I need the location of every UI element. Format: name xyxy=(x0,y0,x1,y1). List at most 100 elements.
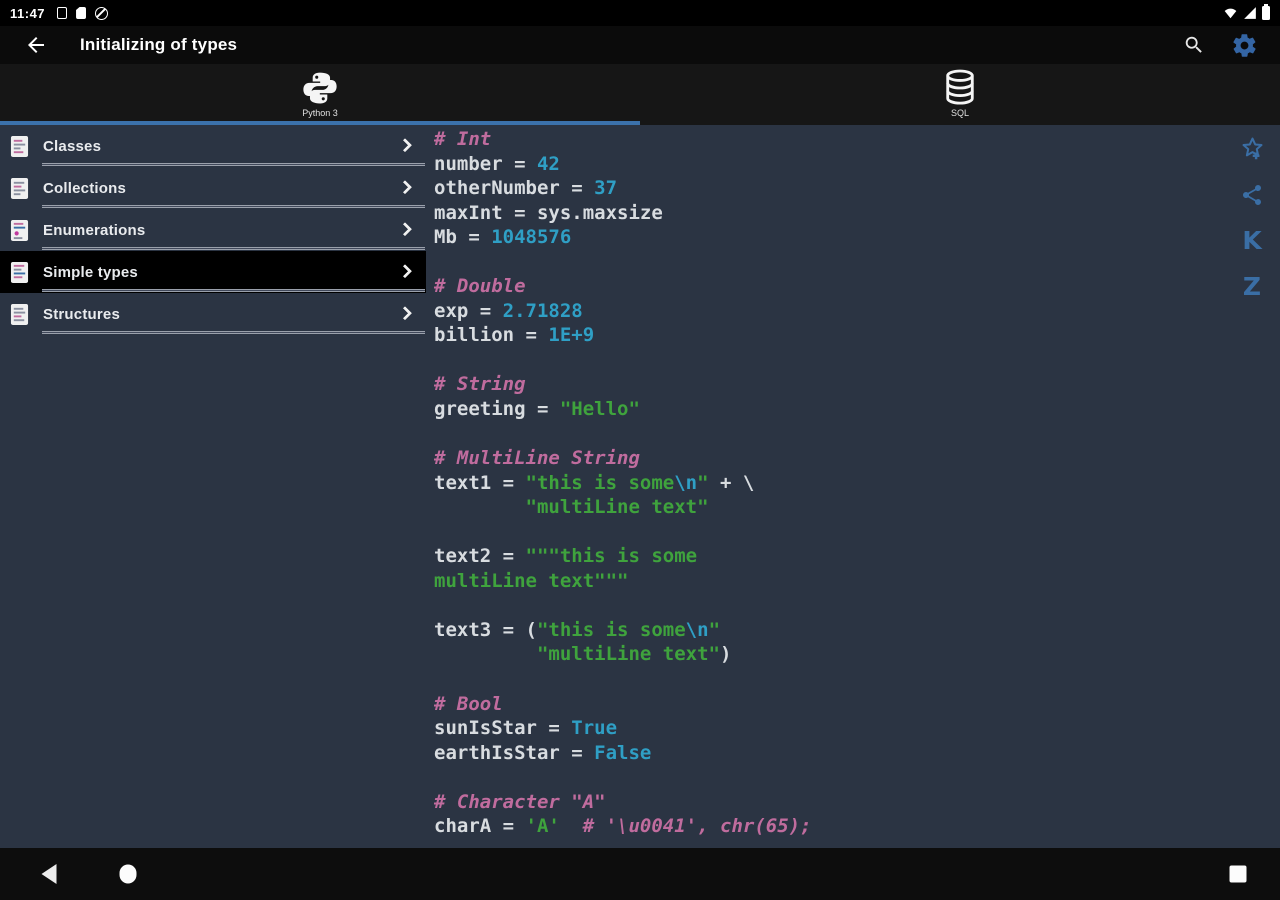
code-line: earthIsStar = False xyxy=(434,741,1226,766)
code-token: "this is some xyxy=(525,471,675,494)
cell-signal-icon xyxy=(1244,7,1256,19)
code-token: # Character "A" xyxy=(434,790,606,813)
code-token: text1 = xyxy=(434,471,526,494)
sidebar-item-classes[interactable]: Classes xyxy=(0,125,426,167)
code-panel[interactable]: # Int number = 42 otherNumber = 37 maxInt =… xyxy=(434,125,1226,848)
chevron-right-icon xyxy=(397,180,413,195)
chevron-right-icon xyxy=(397,222,413,237)
sidebar-item-structures[interactable]: Structures xyxy=(0,293,426,335)
letter-k-icon[interactable]: K xyxy=(1239,227,1266,254)
code-token: False xyxy=(594,741,652,764)
code-token: 1E+9 xyxy=(548,324,595,347)
code-token: "this is some xyxy=(536,618,686,641)
code-token: # '\u0041', chr(65); xyxy=(582,815,812,838)
code-token: 1048576 xyxy=(491,226,572,249)
code-token: number = xyxy=(434,152,537,175)
letter-z-icon[interactable]: Z xyxy=(1239,273,1266,300)
code-line: sunIsStar = True xyxy=(434,716,1226,741)
sidebar-item-collections[interactable]: Collections xyxy=(0,167,426,209)
code-token: billion = xyxy=(434,324,549,347)
code-line: number = 42 xyxy=(434,152,1226,177)
app-bar: Initializing of types xyxy=(0,26,1280,64)
android-nav-bar xyxy=(0,848,1280,900)
nav-back-icon[interactable] xyxy=(41,864,57,884)
back-arrow-icon[interactable] xyxy=(24,33,48,57)
snippet-thumbnail-icon xyxy=(10,177,29,200)
code-token: text3 = ( xyxy=(434,618,537,641)
code-line: "multiLine text") xyxy=(434,642,1226,667)
clock: 11:47 xyxy=(10,5,46,21)
code-token: " xyxy=(708,618,721,641)
settings-gear-icon[interactable] xyxy=(1231,32,1258,59)
nav-home-icon[interactable] xyxy=(119,864,137,884)
code-line: charA = 'A' # '\u0041', chr(65); xyxy=(434,814,1226,839)
sidebar-item-label: Simple types xyxy=(43,263,138,281)
favorite-add-star-icon[interactable] xyxy=(1239,135,1266,162)
code-line: text3 = ("this is some\n" xyxy=(434,618,1226,643)
language-tab-bar: Python 3 SQL xyxy=(0,64,1280,125)
action-rail: K Z xyxy=(1232,135,1272,300)
share-icon[interactable] xyxy=(1239,181,1266,208)
code-token: "Hello" xyxy=(559,398,640,421)
sidebar-item-label: Collections xyxy=(43,179,127,197)
code-line: billion = 1E+9 xyxy=(434,323,1226,348)
code-line: # MultiLine String xyxy=(434,446,1226,471)
sidebar-item-enumerations[interactable]: Enumerations xyxy=(0,209,426,251)
code-token: """this is some xyxy=(525,545,698,568)
status-left-icons xyxy=(57,6,109,20)
code-line: Mb = 1048576 xyxy=(434,225,1226,250)
app-bar-actions xyxy=(1183,32,1258,59)
code-token: + \ xyxy=(708,471,755,494)
data-saver-off-icon xyxy=(95,6,109,20)
status-bar: 11:47 xyxy=(0,0,1280,26)
code-line: # Bool xyxy=(434,692,1226,717)
sd-card-icon xyxy=(76,7,87,19)
code-token: "multiLine text" xyxy=(536,643,720,666)
sidebar-item-label: Structures xyxy=(43,305,121,323)
snippet-thumbnail-icon xyxy=(10,135,29,158)
code-line: # String xyxy=(434,372,1226,397)
code-token: # String xyxy=(434,373,526,396)
code-token: greeting = xyxy=(434,398,560,421)
chevron-right-icon xyxy=(397,138,413,153)
code-token: otherNumber = xyxy=(434,177,595,200)
page-title: Initializing of types xyxy=(80,35,238,54)
snippet-thumbnail-icon xyxy=(10,303,29,326)
sidebar-item-label: Enumerations xyxy=(43,221,146,239)
chevron-right-icon xyxy=(397,264,413,279)
code-token: maxInt = sys.maxsize xyxy=(434,201,663,224)
code-token: multiLine text""" xyxy=(434,569,629,592)
code-line: text1 = "this is some\n" + \ xyxy=(434,471,1226,496)
code-token: # Int xyxy=(434,128,492,150)
search-icon[interactable] xyxy=(1183,34,1205,56)
code-token: True xyxy=(571,717,618,740)
sidebar-item-simple-types[interactable]: Simple types xyxy=(0,251,426,293)
code-line: text2 = """this is some xyxy=(434,544,1226,569)
code-token: \n xyxy=(685,618,709,641)
code-token: earthIsStar = xyxy=(434,741,595,764)
app-notification-icon xyxy=(57,7,68,19)
code-token: 'A' xyxy=(525,815,560,838)
tab-python3[interactable]: Python 3 xyxy=(0,64,640,125)
code-token: exp = xyxy=(434,299,503,322)
python-logo-icon xyxy=(303,72,337,104)
code-token: # Double xyxy=(434,275,526,298)
code-line: maxInt = sys.maxsize xyxy=(434,201,1226,226)
chevron-right-icon xyxy=(397,306,413,321)
nav-recents-icon[interactable] xyxy=(1229,865,1247,883)
tab-sql[interactable]: SQL xyxy=(640,64,1280,125)
wifi-icon xyxy=(1224,8,1237,19)
code-line: multiLine text""" xyxy=(434,569,1226,594)
code-line: # Character "A" xyxy=(434,790,1226,815)
code-token: ) xyxy=(719,643,732,666)
code-line: greeting = "Hello" xyxy=(434,397,1226,422)
topic-sidebar: Classes Collections Enumerations Simple … xyxy=(0,125,426,335)
